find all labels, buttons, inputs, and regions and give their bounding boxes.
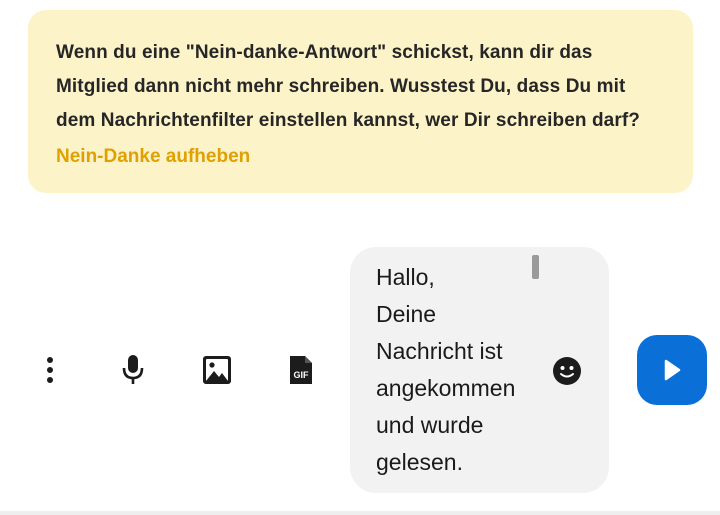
bottom-divider <box>0 511 720 515</box>
message-input[interactable]: Hallo, Deine Nachricht ist angekommen un… <box>376 259 536 481</box>
gif-icon: GIF <box>290 356 312 384</box>
message-composer[interactable]: Hallo, Deine Nachricht ist angekommen un… <box>350 247 609 493</box>
send-button[interactable] <box>637 335 707 405</box>
voice-message-button[interactable] <box>113 350 153 390</box>
composer-scrollbar[interactable] <box>532 255 539 279</box>
image-upload-button[interactable] <box>197 350 237 390</box>
gif-button[interactable]: GIF <box>281 350 321 390</box>
more-options-button[interactable] <box>30 350 70 390</box>
nein-danke-notice: Wenn du eine "Nein-danke-Antwort" schick… <box>28 10 693 193</box>
notice-text: Wenn du eine "Nein-danke-Antwort" schick… <box>56 42 640 131</box>
svg-text:GIF: GIF <box>294 370 310 380</box>
image-icon <box>203 356 231 384</box>
microphone-icon <box>122 355 144 384</box>
send-play-icon <box>664 359 681 381</box>
more-vertical-icon <box>47 357 53 383</box>
smiley-icon <box>553 357 581 385</box>
emoji-button[interactable] <box>552 356 582 386</box>
undo-nein-danke-link[interactable]: Nein-Danke aufheben <box>56 140 250 174</box>
